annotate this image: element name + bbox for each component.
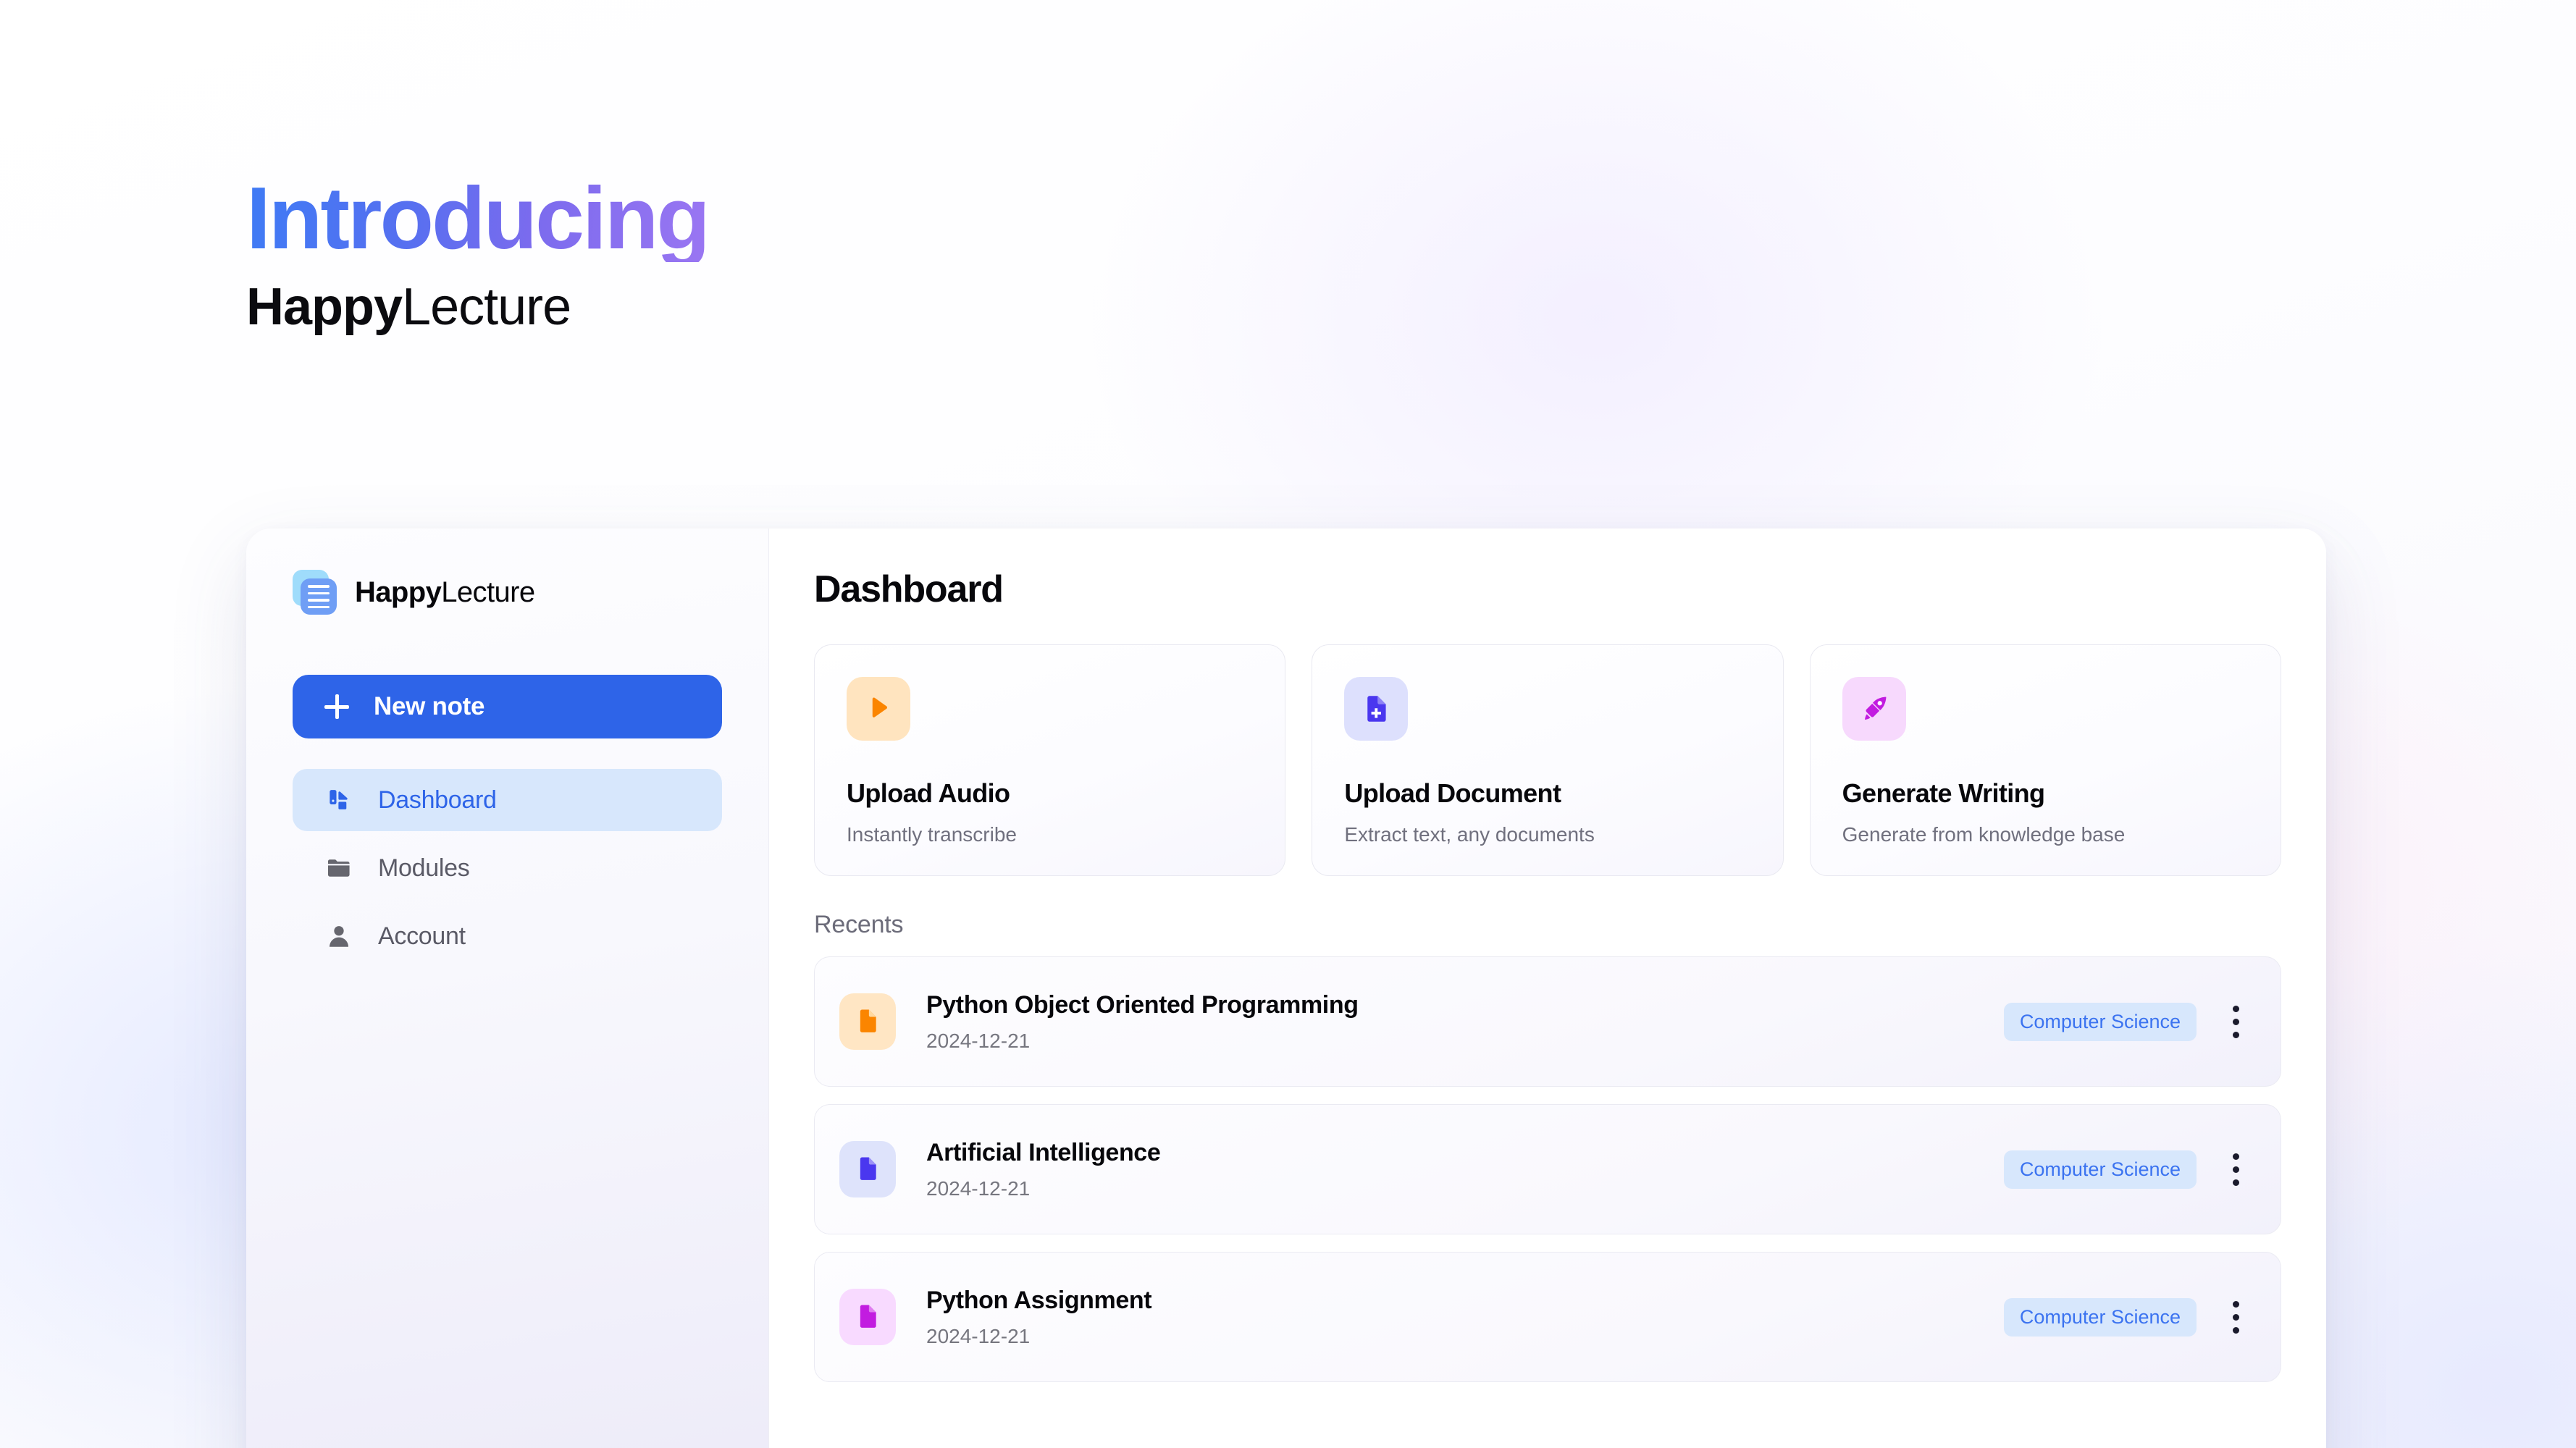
- main-content: Dashboard Upload Audio Instantly transcr…: [769, 529, 2326, 1448]
- sidebar-item-account[interactable]: Account: [293, 905, 722, 967]
- status-badge[interactable]: Computer Science: [2003, 1297, 2197, 1337]
- new-note-label: New note: [374, 692, 485, 720]
- page-title: Dashboard: [814, 568, 1004, 610]
- app-window: HappyLecture New note Dashboard Modules …: [246, 529, 2326, 1448]
- table-row[interactable]: Python Object Oriented Programming 2024-…: [814, 956, 2281, 1087]
- table-row[interactable]: Python Assignment 2024-12-21 Computer Sc…: [814, 1252, 2281, 1382]
- row-text: Python Object Oriented Programming 2024-…: [926, 991, 2004, 1053]
- sidebar-item-dashboard[interactable]: Dashboard: [293, 769, 722, 831]
- row-text: Python Assignment 2024-12-21: [926, 1287, 2004, 1348]
- dashboard-icon: [324, 786, 353, 814]
- hero-section: Introducing HappyLecture: [246, 169, 710, 333]
- sidebar: HappyLecture New note Dashboard Modules …: [246, 529, 769, 1448]
- status-badge[interactable]: Computer Science: [2003, 1002, 2197, 1041]
- recents-label: Recents: [814, 911, 904, 938]
- person-icon: [324, 922, 353, 951]
- row-title: Python Object Oriented Programming: [926, 990, 1359, 1019]
- row-date: 2024-12-21: [926, 1324, 1031, 1347]
- action-cards: Upload Audio Instantly transcribe Upload…: [814, 644, 2281, 876]
- card-subtitle: Generate from knowledge base: [1842, 823, 2126, 846]
- row-date: 2024-12-21: [926, 1029, 1031, 1052]
- kebab-menu-icon[interactable]: [2217, 993, 2254, 1050]
- card-title: Upload Document: [1344, 778, 1561, 808]
- kebab-menu-icon[interactable]: [2217, 1289, 2254, 1345]
- table-row[interactable]: Artificial Intelligence 2024-12-21 Compu…: [814, 1104, 2281, 1234]
- rocket-icon: [1842, 677, 1906, 741]
- card-subtitle: Extract text, any documents: [1344, 823, 1595, 846]
- status-badge[interactable]: Computer Science: [2003, 1150, 2197, 1189]
- row-title: Artificial Intelligence: [926, 1138, 1161, 1166]
- kebab-menu-icon[interactable]: [2217, 1141, 2254, 1197]
- play-icon: [847, 677, 910, 741]
- document-icon: [839, 1289, 896, 1345]
- card-title: Generate Writing: [1842, 778, 2045, 808]
- folder-icon: [324, 854, 353, 883]
- brand[interactable]: HappyLecture: [293, 569, 722, 615]
- row-title: Python Assignment: [926, 1286, 1152, 1314]
- new-note-button[interactable]: New note: [293, 675, 722, 738]
- upload-document-card[interactable]: Upload Document Extract text, any docume…: [1312, 644, 1784, 876]
- upload-audio-card[interactable]: Upload Audio Instantly transcribe: [814, 644, 1286, 876]
- sidebar-item-label: Dashboard: [378, 786, 497, 814]
- hero-product-bold: Happy: [246, 278, 403, 336]
- row-date: 2024-12-21: [926, 1176, 1031, 1200]
- plus-icon: [324, 694, 349, 719]
- brand-name-bold: Happy: [355, 576, 442, 608]
- row-text: Artificial Intelligence 2024-12-21: [926, 1139, 2004, 1200]
- document-plus-icon: [1344, 677, 1409, 741]
- recents-list: Python Object Oriented Programming 2024-…: [814, 956, 2281, 1382]
- hero-product-light: Lecture: [402, 278, 571, 336]
- hero-introducing-text: Introducing: [246, 169, 710, 267]
- card-title: Upload Audio: [847, 778, 1010, 808]
- document-icon: [839, 1141, 896, 1197]
- document-lines-icon: [293, 570, 337, 615]
- generate-writing-card[interactable]: Generate Writing Generate from knowledge…: [1809, 644, 2281, 876]
- sidebar-item-label: Modules: [378, 854, 470, 882]
- brand-name: HappyLecture: [355, 576, 535, 609]
- document-icon: [839, 993, 896, 1050]
- card-subtitle: Instantly transcribe: [847, 823, 1017, 846]
- hero-product-name: HappyLecture: [246, 281, 708, 333]
- sidebar-nav: Dashboard Modules Account: [293, 769, 722, 967]
- sidebar-item-modules[interactable]: Modules: [293, 837, 722, 899]
- sidebar-item-label: Account: [378, 922, 466, 950]
- brand-name-light: Lecture: [441, 576, 535, 608]
